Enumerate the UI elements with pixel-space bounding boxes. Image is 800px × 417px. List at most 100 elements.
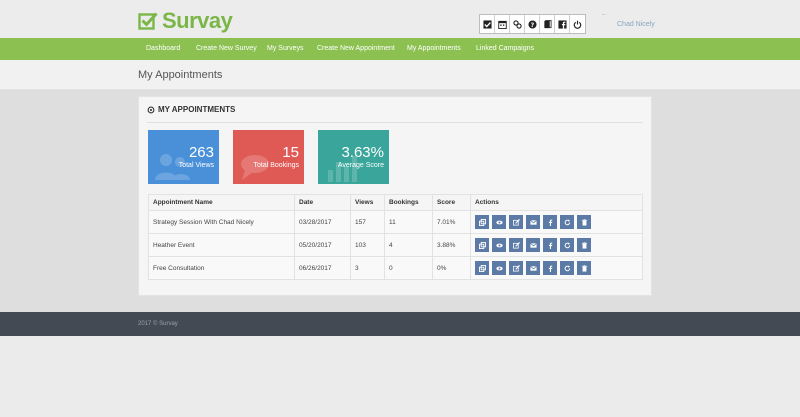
refresh-button[interactable] bbox=[560, 215, 574, 229]
cell-bookings: 11 bbox=[384, 210, 433, 234]
cell-date: 05/20/2017 bbox=[294, 233, 351, 257]
view-button[interactable] bbox=[492, 238, 506, 252]
delete-button[interactable] bbox=[577, 261, 591, 275]
stat-label: Total Views bbox=[178, 162, 214, 169]
cell-score: 3.88% bbox=[432, 233, 471, 257]
cell-appointment-name: Heather Event bbox=[148, 233, 295, 257]
stat-label: Average Score bbox=[337, 162, 384, 169]
nav-item-dashboard[interactable]: Dashboard bbox=[146, 45, 180, 52]
column-header-views[interactable]: Views bbox=[350, 194, 385, 211]
column-header-date[interactable]: Date bbox=[294, 194, 351, 211]
refresh-icon bbox=[564, 265, 570, 271]
cell-views: 157 bbox=[350, 210, 385, 234]
cell-views: 103 bbox=[350, 233, 385, 257]
cell-actions bbox=[470, 233, 643, 257]
link-icon[interactable] bbox=[510, 15, 525, 33]
delete-button[interactable] bbox=[577, 215, 591, 229]
table-row: Free Consultation 06/26/2017 3 0 0% bbox=[148, 256, 643, 280]
cell-score: 7.01% bbox=[432, 210, 471, 234]
email-icon bbox=[529, 219, 537, 225]
column-header-actions: Actions bbox=[470, 194, 643, 211]
cell-actions bbox=[470, 256, 643, 280]
action-buttons bbox=[475, 261, 638, 275]
book-icon[interactable] bbox=[540, 15, 555, 33]
email-button[interactable] bbox=[526, 215, 540, 229]
facebook-icon[interactable] bbox=[555, 15, 570, 33]
delete-button[interactable] bbox=[577, 238, 591, 252]
nav-item-create-new-appointment[interactable]: Create New Appointment bbox=[317, 45, 395, 52]
cell-views: 3 bbox=[350, 256, 385, 280]
copy-button[interactable] bbox=[475, 238, 489, 252]
copy-icon bbox=[478, 264, 486, 272]
power-icon[interactable] bbox=[570, 15, 585, 33]
nav-item-linked-campaigns[interactable]: Linked Campaigns bbox=[476, 45, 534, 52]
footer-copyright: 2017 © Survay bbox=[138, 321, 178, 327]
view-icon bbox=[495, 243, 503, 247]
refresh-button[interactable] bbox=[560, 238, 574, 252]
facebook-button[interactable] bbox=[543, 261, 557, 275]
cell-score: 0% bbox=[432, 256, 471, 280]
nav-item-create-new-survey[interactable]: Create New Survey bbox=[196, 45, 257, 52]
cell-date: 06/26/2017 bbox=[294, 256, 351, 280]
email-icon bbox=[529, 265, 537, 271]
panel-header: MY APPOINTMENTS bbox=[147, 105, 235, 114]
view-icon bbox=[495, 266, 503, 270]
copy-button[interactable] bbox=[475, 261, 489, 275]
email-button[interactable] bbox=[526, 238, 540, 252]
delete-icon bbox=[581, 218, 587, 226]
logo[interactable]: Survay bbox=[138, 10, 233, 32]
facebook-icon bbox=[548, 265, 552, 272]
user-separator: – bbox=[602, 12, 606, 18]
view-button[interactable] bbox=[492, 261, 506, 275]
calendar-icon[interactable] bbox=[495, 15, 510, 33]
edit-icon bbox=[512, 218, 520, 226]
panel-divider bbox=[147, 122, 643, 123]
facebook-icon bbox=[548, 242, 552, 249]
view-button[interactable] bbox=[492, 215, 506, 229]
stat-value: 263 bbox=[188, 144, 214, 161]
stat-value: 15 bbox=[282, 144, 299, 161]
user-name-link[interactable]: Chad Nicely bbox=[617, 21, 655, 28]
page-bottom bbox=[0, 336, 800, 417]
help-icon[interactable]: ? bbox=[525, 15, 540, 33]
column-header-name[interactable]: Appointment Name bbox=[148, 194, 295, 211]
cell-appointment-name: Free Consultation bbox=[148, 256, 295, 280]
column-header-score[interactable]: Score bbox=[432, 194, 471, 211]
table-row: Heather Event 05/20/2017 103 4 3.88% bbox=[148, 233, 643, 257]
action-buttons bbox=[475, 215, 638, 229]
table-row: Strategy Session With Chad Nicely 03/28/2… bbox=[148, 210, 643, 234]
nav-item-my-appointments[interactable]: My Appointments bbox=[407, 45, 461, 52]
copy-icon bbox=[478, 218, 486, 226]
table-header-row: Appointment Name Date Views Bookings Sco… bbox=[148, 194, 643, 211]
edit-button[interactable] bbox=[509, 215, 523, 229]
page-title-bar: My Appointments bbox=[0, 60, 800, 90]
stat-average-score: 3.63% Average Score bbox=[318, 130, 389, 184]
facebook-button[interactable] bbox=[543, 238, 557, 252]
page-title: My Appointments bbox=[138, 69, 223, 81]
edit-icon bbox=[512, 241, 520, 249]
cell-actions bbox=[470, 210, 643, 234]
delete-icon bbox=[581, 264, 587, 272]
column-header-bookings[interactable]: Bookings bbox=[384, 194, 433, 211]
header-toolbar: ? bbox=[479, 14, 586, 34]
edit-button[interactable] bbox=[509, 238, 523, 252]
svg-text:?: ? bbox=[530, 21, 534, 28]
cell-bookings: 0 bbox=[384, 256, 433, 280]
refresh-button[interactable] bbox=[560, 261, 574, 275]
panel-title: MY APPOINTMENTS bbox=[158, 105, 236, 114]
facebook-icon bbox=[548, 219, 552, 226]
facebook-button[interactable] bbox=[543, 215, 557, 229]
checkbox-icon[interactable] bbox=[480, 15, 495, 33]
refresh-icon bbox=[564, 242, 570, 248]
logo-checkbox-icon bbox=[138, 11, 158, 31]
email-button[interactable] bbox=[526, 261, 540, 275]
copy-button[interactable] bbox=[475, 215, 489, 229]
stat-value: 3.63% bbox=[341, 144, 384, 161]
action-buttons bbox=[475, 238, 638, 252]
email-icon bbox=[529, 242, 537, 248]
cell-bookings: 4 bbox=[384, 233, 433, 257]
refresh-icon bbox=[564, 219, 570, 225]
nav-item-my-surveys[interactable]: My Surveys bbox=[267, 45, 304, 52]
edit-button[interactable] bbox=[509, 261, 523, 275]
appointments-panel: MY APPOINTMENTS 263 Total Views 15 Total… bbox=[138, 96, 652, 296]
